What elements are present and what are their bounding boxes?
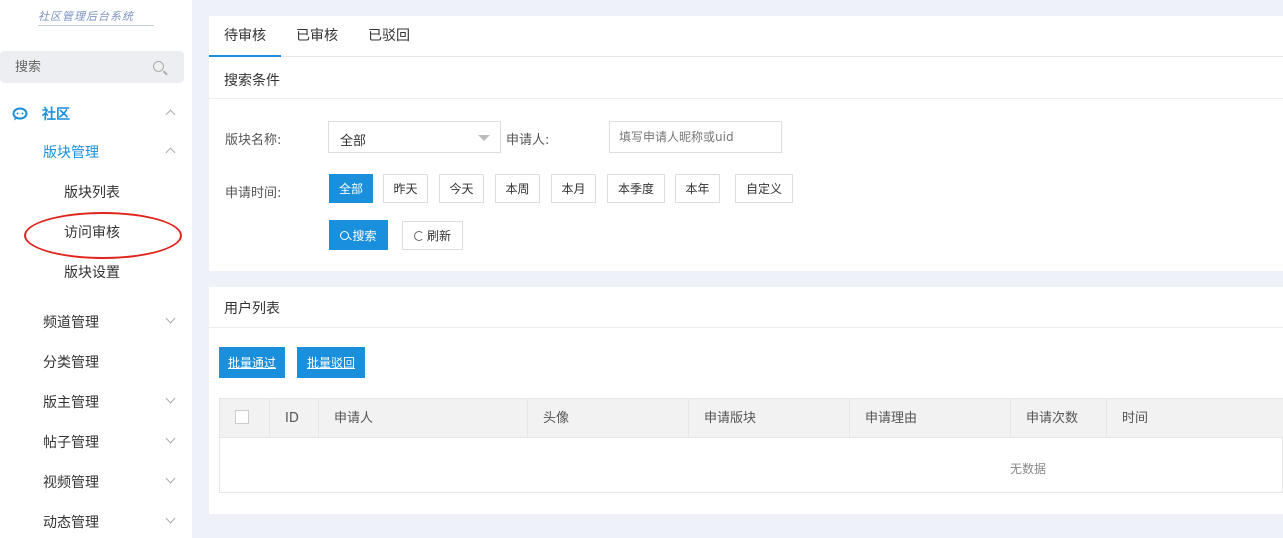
divider	[209, 98, 1283, 99]
search-icon	[340, 230, 350, 240]
batch-approve-button[interactable]: 批量通过	[219, 347, 285, 378]
sidebar-item-moderator-management[interactable]: 版主管理	[0, 382, 192, 422]
annotation-circle	[24, 212, 182, 259]
sidebar-item-label: 版主管理	[43, 395, 99, 411]
caret-down-icon	[478, 135, 490, 141]
applicant-input[interactable]	[609, 121, 782, 153]
sidebar-item-label: 频道管理	[43, 315, 99, 331]
logo-text: 社区管理后台系统	[38, 10, 134, 23]
tab-rejected[interactable]: 已驳回	[368, 16, 410, 57]
chevron-down-icon	[165, 513, 176, 524]
table-header: ID 申请人 头像 申请版块 申请理由 申请次数 时间	[220, 399, 1283, 438]
chevron-down-icon	[165, 313, 176, 324]
logo: 社区管理后台系统	[38, 8, 154, 30]
search-icon[interactable]	[153, 61, 164, 72]
sidebar-item-label: 动态管理	[43, 515, 99, 531]
time-option-this-month[interactable]: 本月	[551, 174, 596, 203]
column-applicant: 申请人	[319, 399, 528, 438]
board-name-select[interactable]: 全部	[328, 121, 501, 153]
column-id: ID	[270, 399, 319, 438]
chat-icon	[12, 107, 28, 121]
sidebar-item-label: 帖子管理	[43, 435, 99, 451]
tab-pending[interactable]: 待审核	[209, 16, 281, 57]
sidebar-item-community[interactable]: 社区	[0, 94, 192, 134]
sidebar-item-label: 视频管理	[43, 475, 99, 491]
sidebar-item-dynamic-management[interactable]: 动态管理	[0, 502, 192, 538]
applicant-label: 申请人:	[506, 133, 550, 148]
board-name-label: 版块名称:	[225, 133, 282, 148]
select-value: 全部	[340, 134, 367, 149]
sidebar-item-video-management[interactable]: 视频管理	[0, 462, 192, 502]
batch-reject-button[interactable]: 批量驳回	[297, 347, 365, 378]
time-option-this-year[interactable]: 本年	[675, 174, 720, 203]
refresh-icon	[413, 230, 424, 241]
divider	[209, 327, 1283, 328]
sidebar-item-category-management[interactable]: 分类管理	[0, 342, 192, 382]
sidebar-item-label: 社区	[42, 107, 70, 123]
time-option-all[interactable]: 全部	[329, 174, 373, 203]
chevron-up-icon	[165, 109, 176, 120]
sidebar-search	[0, 51, 184, 83]
column-reason: 申请理由	[850, 399, 1011, 438]
tab-reviewed[interactable]: 已审核	[296, 16, 338, 57]
sidebar: 社区管理后台系统 社区 版块管理 版块列表 访问审核 版块设置 频道管理 分类管…	[0, 0, 192, 538]
time-label: 申请时间:	[225, 186, 282, 201]
empty-state: 无数据	[1010, 462, 1047, 476]
user-table: ID 申请人 头像 申请版块 申请理由 申请次数 时间 无数据	[219, 398, 1283, 493]
search-button-label: 搜索	[352, 228, 377, 243]
user-list-panel: 用户列表 批量通过 批量驳回 ID 申请人 头像 申请版块 申请理由 申请次数 …	[209, 287, 1283, 514]
tab-bar: 待审核 已审核 已驳回	[209, 16, 1283, 57]
select-all-checkbox[interactable]	[235, 410, 249, 424]
search-input[interactable]	[0, 51, 140, 83]
sidebar-item-board-list[interactable]: 版块列表	[0, 172, 192, 212]
search-panel: 待审核 已审核 已驳回 搜索条件 版块名称: 全部 申请人: 申请时间: 全部 …	[209, 16, 1283, 271]
refresh-button-label: 刷新	[426, 229, 451, 243]
time-option-today[interactable]: 今天	[439, 174, 484, 203]
time-option-this-week[interactable]: 本周	[495, 174, 540, 203]
sidebar-item-board-management[interactable]: 版块管理	[0, 132, 192, 172]
sidebar-item-post-management[interactable]: 帖子管理	[0, 422, 192, 462]
sidebar-item-label: 版块设置	[64, 265, 120, 281]
time-option-custom[interactable]: 自定义	[735, 174, 793, 203]
search-section-title: 搜索条件	[224, 73, 280, 89]
chevron-down-icon	[165, 433, 176, 444]
column-avatar: 头像	[528, 399, 689, 438]
refresh-button[interactable]: 刷新	[402, 221, 463, 250]
sidebar-item-label: 版块列表	[64, 185, 120, 201]
column-board: 申请版块	[689, 399, 850, 438]
user-list-title: 用户列表	[224, 301, 280, 317]
time-option-yesterday[interactable]: 昨天	[383, 174, 428, 203]
sidebar-item-label: 版块管理	[43, 145, 99, 161]
column-time: 时间	[1122, 411, 1149, 426]
chevron-down-icon	[165, 393, 176, 404]
column-count: 申请次数	[1011, 399, 1107, 438]
chevron-down-icon	[165, 473, 176, 484]
search-button[interactable]: 搜索	[329, 220, 388, 250]
time-option-this-quarter[interactable]: 本季度	[607, 174, 665, 203]
sidebar-item-label: 分类管理	[43, 355, 99, 371]
select-all-cell	[220, 399, 270, 438]
chevron-up-icon	[165, 147, 176, 158]
sidebar-item-channel-management[interactable]: 频道管理	[0, 302, 192, 342]
logo-underline	[38, 25, 154, 26]
